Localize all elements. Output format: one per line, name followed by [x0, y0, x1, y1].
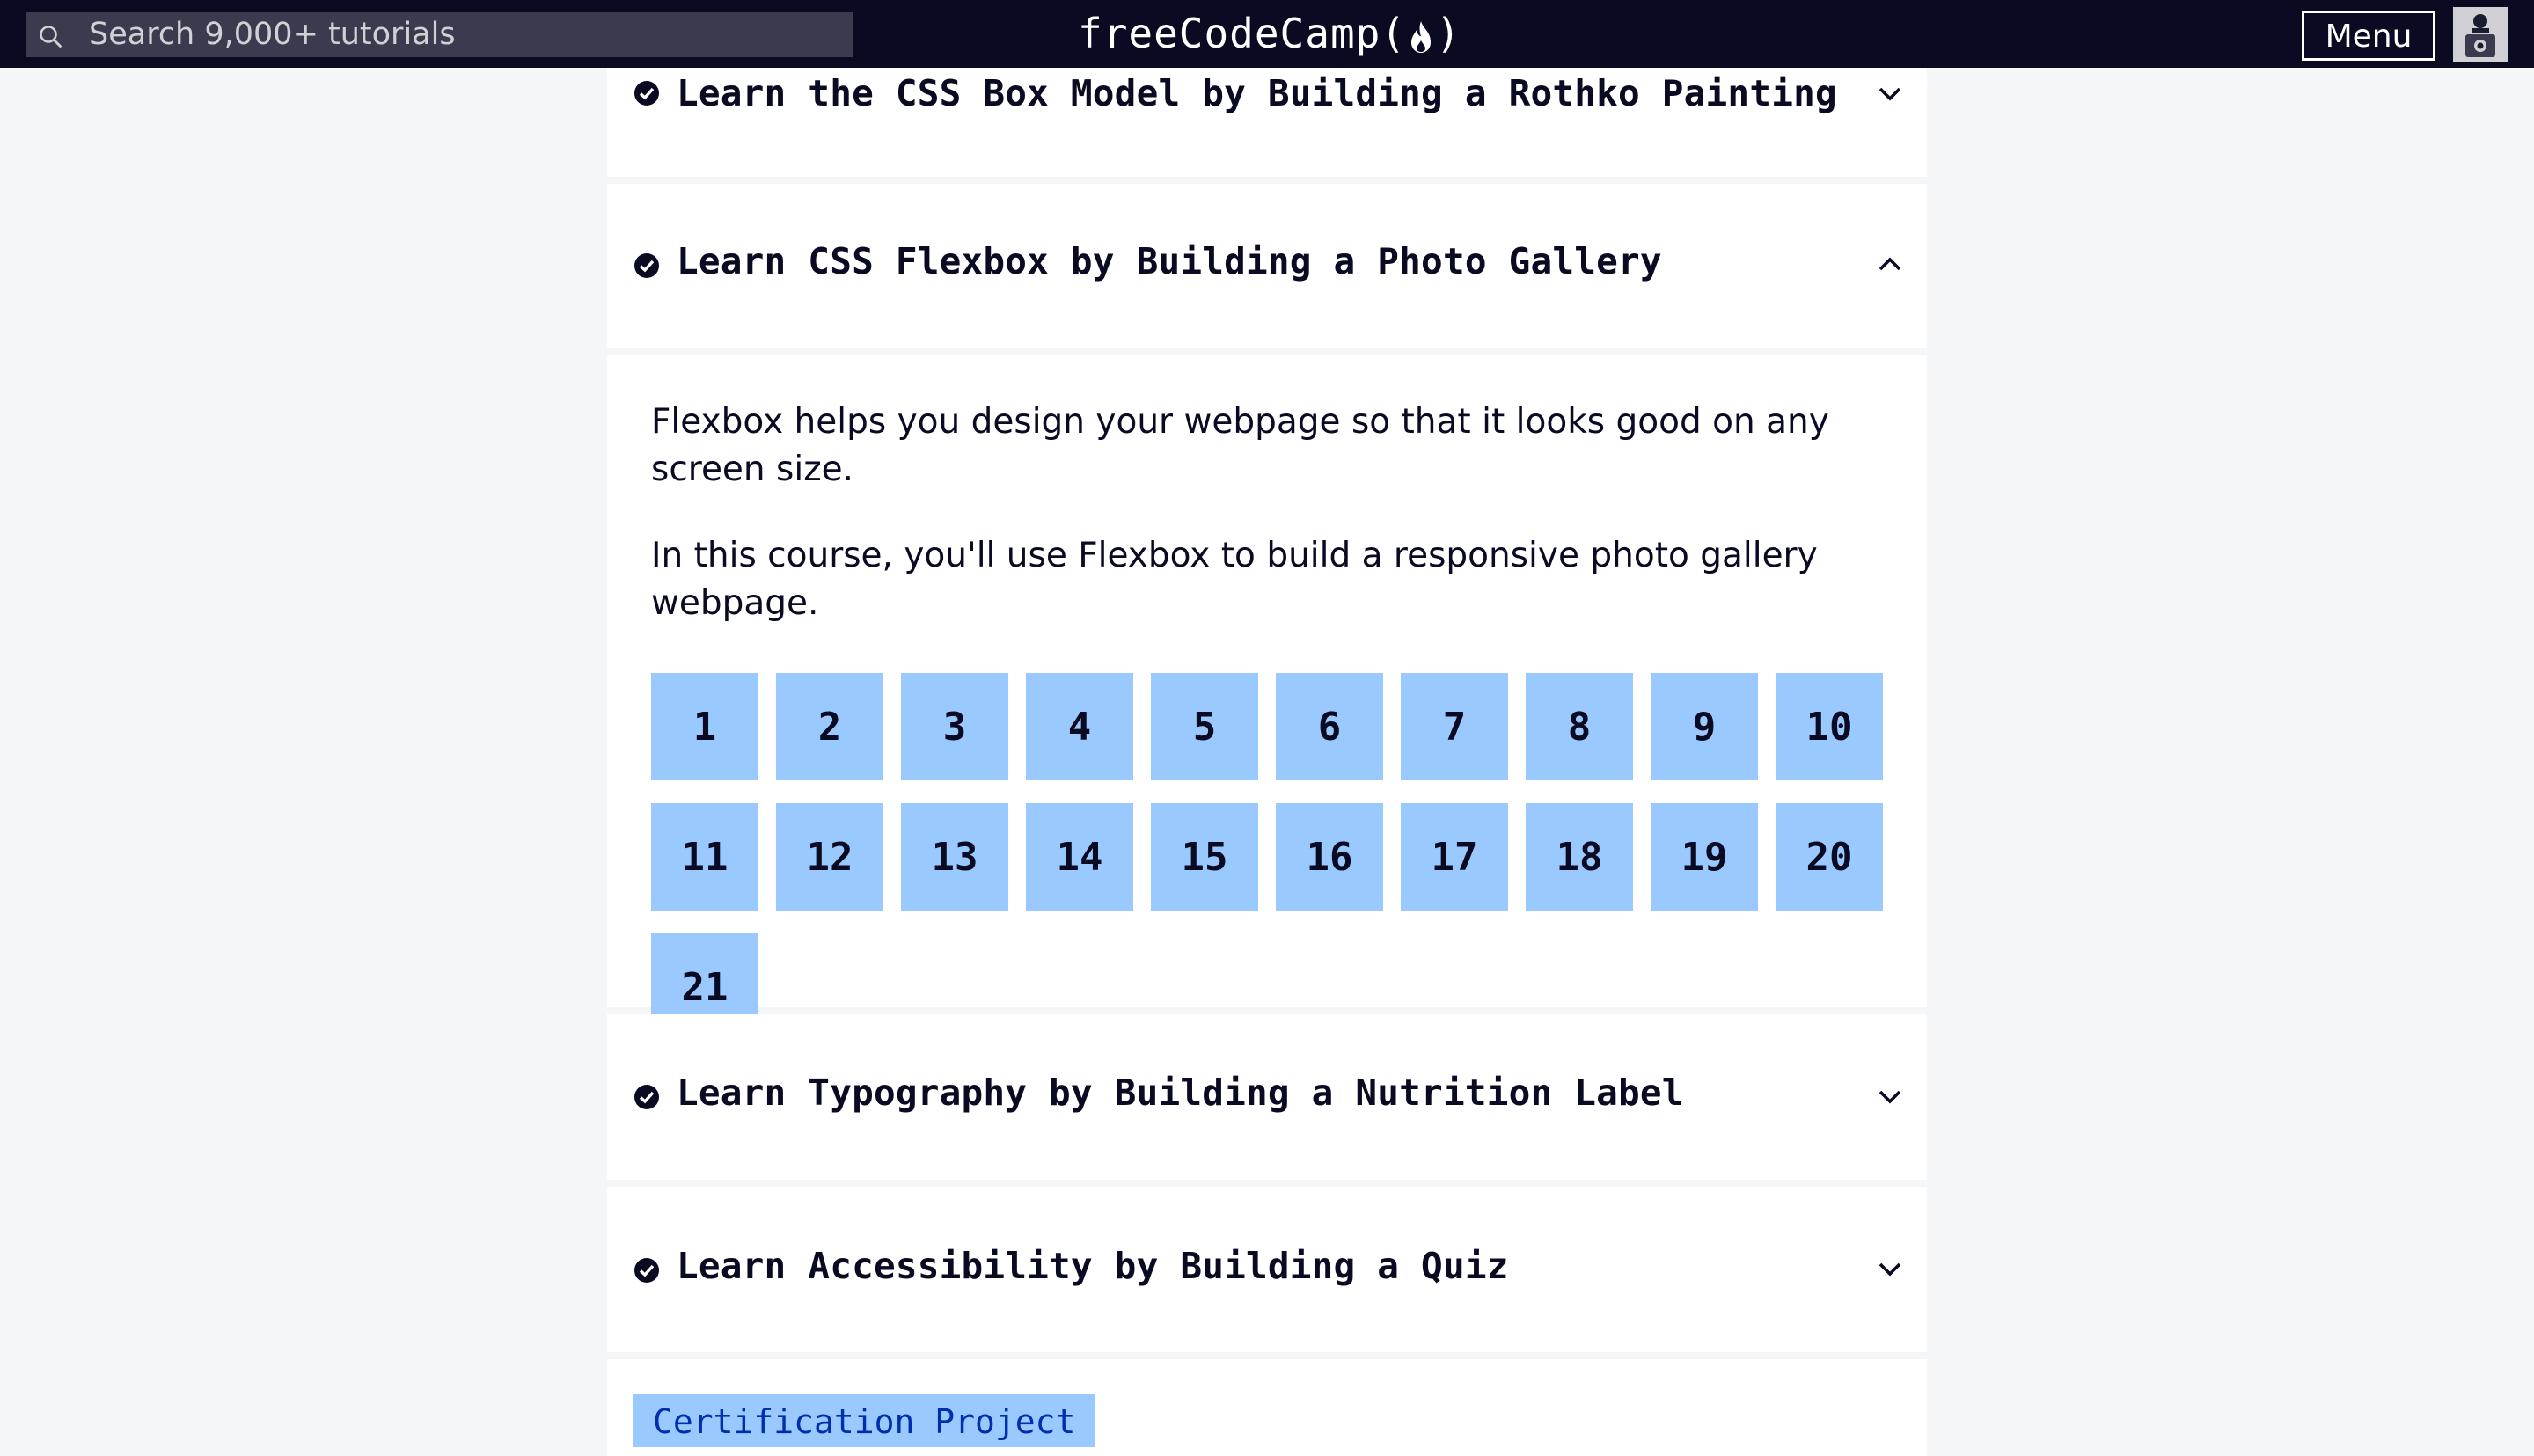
step-button[interactable]: 1 — [651, 673, 758, 780]
user-avatar-icon — [2453, 7, 2508, 62]
step-button[interactable]: 13 — [901, 803, 1008, 911]
top-navbar: Search 9,000+ tutorials freeCodeCamp( ) … — [0, 0, 2534, 68]
block-nutrition-label[interactable]: Learn Typography by Building a Nutrition… — [607, 1014, 1927, 1180]
logo-text-right: ) — [1436, 10, 1461, 57]
step-button[interactable]: 12 — [776, 803, 883, 911]
search-input[interactable]: Search 9,000+ tutorials — [26, 12, 853, 57]
chevron-down-icon — [1879, 1090, 1901, 1104]
flame-icon — [1411, 20, 1432, 53]
block-header[interactable]: Learn CSS Flexbox by Building a Photo Ga… — [607, 184, 1927, 348]
step-button[interactable]: 10 — [1776, 673, 1883, 780]
completed-check-icon — [634, 1085, 659, 1109]
step-button[interactable]: 17 — [1401, 803, 1508, 911]
step-button[interactable]: 3 — [901, 673, 1008, 780]
step-grid: 1 2 3 4 5 6 7 8 9 10 11 12 13 14 15 16 17 18 19 20 21 — [607, 673, 1927, 1041]
avatar[interactable] — [2453, 7, 2508, 62]
search-icon — [40, 26, 62, 48]
curriculum-list: Learn the CSS Box Model by Building a Ro… — [607, 68, 1927, 1456]
block-description: Flexbox helps you design your webpage so… — [651, 402, 1829, 489]
step-button[interactable]: 7 — [1401, 673, 1508, 780]
search-placeholder: Search 9,000+ tutorials — [89, 17, 456, 52]
logo-text-left: freeCodeCamp( — [1078, 10, 1407, 57]
menu-button[interactable]: Menu — [2302, 11, 2435, 61]
certification-block: Certification Project — [607, 1359, 1927, 1456]
block-rothko[interactable]: Learn the CSS Box Model by Building a Ro… — [607, 68, 1927, 177]
block-title: Learn Typography by Building a Nutrition… — [677, 1072, 1684, 1114]
step-button[interactable]: 11 — [651, 803, 758, 911]
step-button[interactable]: 2 — [776, 673, 883, 780]
step-button[interactable]: 16 — [1276, 803, 1383, 911]
block-accessibility-quiz[interactable]: Learn Accessibility by Building a Quiz — [607, 1187, 1927, 1352]
step-button[interactable]: 19 — [1651, 803, 1758, 911]
completed-check-icon — [634, 1258, 659, 1283]
block-description-2: In this course, you'll use Flexbox to bu… — [651, 536, 1818, 623]
step-button[interactable]: 5 — [1151, 673, 1258, 780]
step-button[interactable]: 18 — [1526, 803, 1633, 911]
block-title: Learn CSS Flexbox by Building a Photo Ga… — [677, 240, 1662, 282]
freecodecamp-logo[interactable]: freeCodeCamp( ) — [1078, 5, 1461, 62]
chevron-down-icon — [1879, 87, 1901, 101]
completed-check-icon — [634, 253, 659, 278]
certification-project-badge: Certification Project — [634, 1394, 1095, 1447]
step-button[interactable]: 9 — [1651, 673, 1758, 780]
block-title: Learn Accessibility by Building a Quiz — [677, 1245, 1509, 1287]
step-button[interactable]: 6 — [1276, 673, 1383, 780]
step-button[interactable]: 15 — [1151, 803, 1258, 911]
step-button[interactable]: 14 — [1026, 803, 1133, 911]
completed-check-icon — [634, 81, 659, 106]
block-photo-gallery: Learn CSS Flexbox by Building a Photo Ga… — [607, 184, 1927, 1041]
step-button[interactable]: 20 — [1776, 803, 1883, 911]
chevron-down-icon — [1879, 1262, 1901, 1277]
chevron-up-icon — [1879, 257, 1901, 271]
step-button[interactable]: 8 — [1526, 673, 1633, 780]
step-button[interactable]: 4 — [1026, 673, 1133, 780]
block-title: Learn the CSS Box Model by Building a Ro… — [677, 72, 1837, 114]
